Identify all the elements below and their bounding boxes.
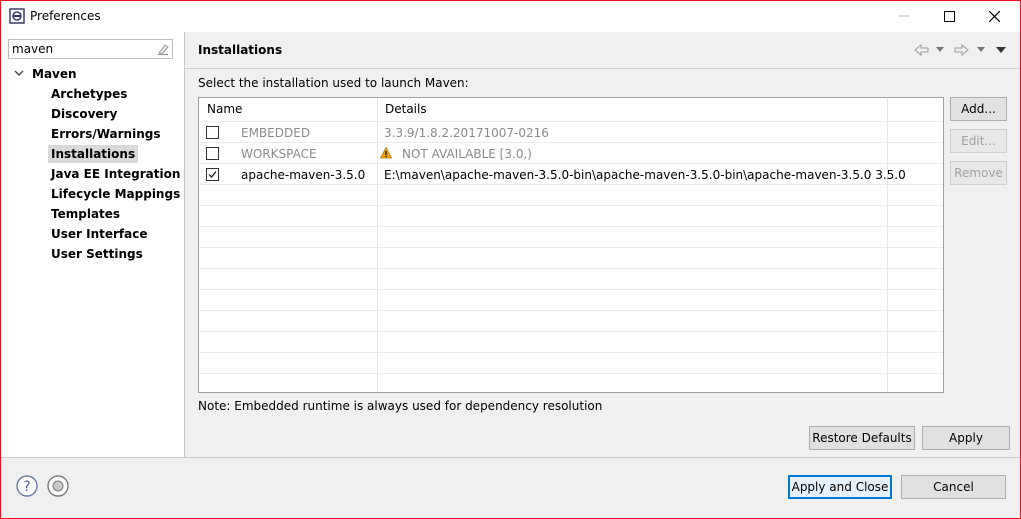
row-line	[199, 121, 943, 122]
back-dropdown-icon[interactable]	[936, 47, 944, 53]
intro-text: Select the installation used to launch M…	[198, 76, 469, 90]
installation-details[interactable]: NOT AVAILABLE [3.0,)	[402, 147, 532, 161]
cancel-button[interactable]: Cancel	[901, 475, 1006, 499]
help-icon[interactable]: ?	[16, 475, 38, 497]
import-export-icon[interactable]	[47, 475, 69, 497]
column-header-name[interactable]: Name	[199, 98, 378, 120]
tree-item-errors-warnings[interactable]: Errors/Warnings	[51, 125, 160, 143]
forward-dropdown-icon[interactable]	[977, 47, 985, 53]
row-line	[199, 247, 943, 248]
tree-item-lifecycle-mappings[interactable]: Lifecycle Mappings	[51, 185, 180, 203]
column-header-details[interactable]: Details	[377, 98, 887, 120]
tree-item-java-ee-integration[interactable]: Java EE Integration	[51, 165, 180, 183]
checkmark-icon	[208, 171, 217, 178]
title-bar: Preferences	[1, 1, 1020, 32]
row-line	[199, 373, 943, 374]
row-line	[199, 268, 943, 269]
view-menu-icon[interactable]	[996, 47, 1006, 54]
maximize-icon	[944, 11, 955, 22]
row-line	[199, 289, 943, 290]
row-line	[199, 142, 943, 143]
maximize-button[interactable]	[926, 1, 972, 32]
window-title: Preferences	[30, 9, 101, 23]
dialog-footer: ? Apply and Close Cancel	[1, 458, 1020, 518]
installation-checkbox-checked[interactable]	[206, 168, 219, 181]
installation-name[interactable]: apache-maven-3.5.0	[241, 168, 365, 182]
minimize-icon	[899, 15, 909, 17]
warning-icon	[380, 147, 392, 159]
restore-defaults-button[interactable]: Restore Defaults	[809, 426, 915, 450]
row-line	[199, 310, 943, 311]
chevron-down-icon[interactable]	[14, 68, 24, 78]
installation-checkbox[interactable]	[206, 126, 219, 139]
installation-name[interactable]: WORKSPACE	[241, 147, 317, 161]
clear-filter-icon[interactable]	[156, 42, 170, 56]
tree-item-installations[interactable]: Installations	[48, 145, 139, 163]
installation-details[interactable]: 3.3.9/1.8.2.20171007-0216	[384, 126, 549, 140]
apply-and-close-button[interactable]: Apply and Close	[788, 475, 892, 499]
tree-item-user-settings[interactable]: User Settings	[51, 245, 143, 263]
svg-text:?: ?	[23, 479, 30, 495]
tree-item-archetypes[interactable]: Archetypes	[51, 85, 127, 103]
note-text: Note: Embedded runtime is always used fo…	[198, 399, 603, 413]
apply-button[interactable]: Apply	[922, 426, 1010, 450]
row-line	[199, 331, 943, 332]
row-line	[199, 184, 943, 185]
preferences-window: Preferences Maven Archetypes Discovery E…	[0, 0, 1021, 519]
installation-checkbox[interactable]	[206, 147, 219, 160]
row-line	[199, 163, 943, 164]
row-line	[199, 352, 943, 353]
preference-page: Installations Select the installation us…	[185, 32, 1020, 457]
add-button[interactable]: Add...	[950, 97, 1007, 121]
tree-item-discovery[interactable]: Discovery	[51, 105, 117, 123]
installations-table: Name Details EMBEDDED 3.3.9/1.8.2.201710…	[198, 97, 944, 393]
remove-button[interactable]: Remove	[950, 161, 1007, 185]
close-button[interactable]	[971, 1, 1017, 32]
tree-item-templates[interactable]: Templates	[51, 205, 120, 223]
edit-button[interactable]: Edit...	[950, 129, 1007, 153]
page-header: Installations	[185, 32, 1020, 69]
minimize-button[interactable]	[881, 1, 927, 32]
back-arrow-icon[interactable]	[914, 44, 930, 56]
installation-details[interactable]: E:\maven\apache-maven-3.5.0-bin\apache-m…	[384, 168, 906, 182]
filter-input[interactable]	[8, 39, 173, 59]
tree-item-user-interface[interactable]: User Interface	[51, 225, 148, 243]
installation-name[interactable]: EMBEDDED	[241, 126, 310, 140]
navigation-panel: Maven Archetypes Discovery Errors/Warnin…	[1, 32, 184, 457]
row-line	[199, 226, 943, 227]
eclipse-app-icon	[9, 8, 25, 24]
close-icon	[989, 11, 1000, 22]
row-line	[199, 205, 943, 206]
tree-item-maven[interactable]: Maven	[32, 65, 77, 83]
page-title: Installations	[198, 43, 283, 57]
forward-arrow-icon[interactable]	[953, 44, 969, 56]
